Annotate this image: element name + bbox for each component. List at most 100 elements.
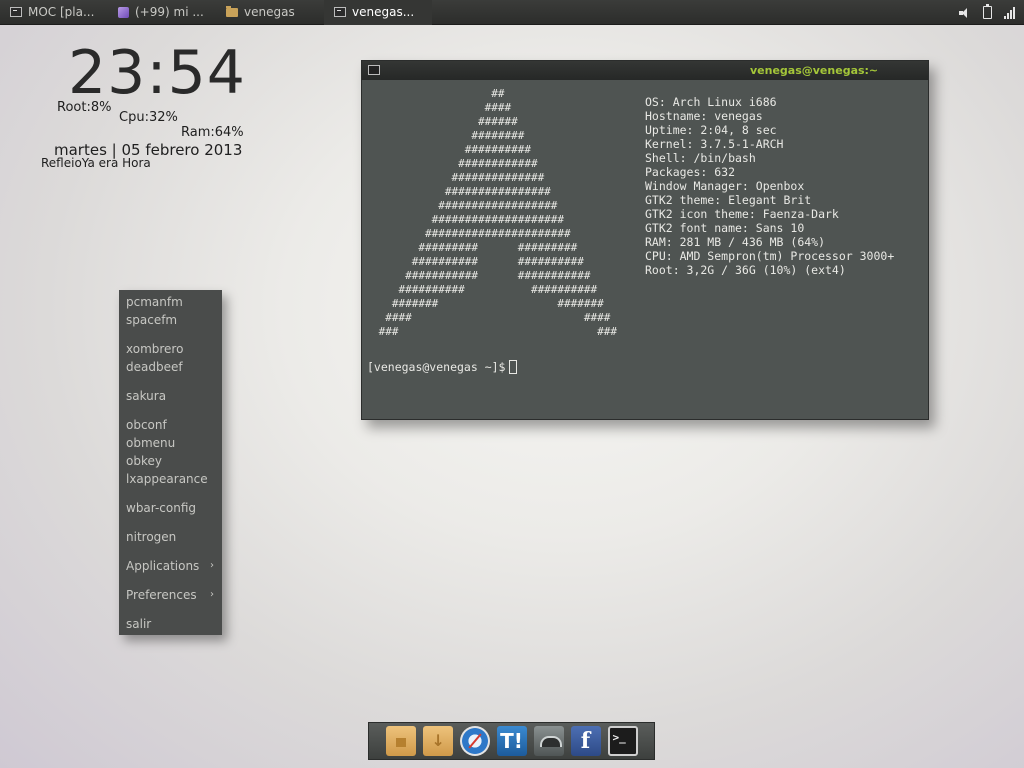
shell-prompt: [venegas@venegas ~]$ xyxy=(367,360,518,374)
menu-separator xyxy=(119,376,222,387)
sysinfo-line: Hostname: venegas xyxy=(645,109,763,123)
ascii-line: ########## xyxy=(372,143,531,156)
menu-item-wbar-config[interactable]: wbar-config xyxy=(119,499,222,517)
ascii-line: ###################### xyxy=(372,227,571,240)
task-file-manager[interactable]: venegas xyxy=(216,0,324,25)
menu-item-lxappearance[interactable]: lxappearance xyxy=(119,470,222,488)
ascii-line: ########## ########## xyxy=(372,283,598,296)
dock: T! f >_ xyxy=(368,722,655,760)
system-info: OS: Arch Linux i686 Hostname: venegas Upti… xyxy=(645,95,894,277)
menu-item-label: obmenu xyxy=(126,436,176,450)
menu-item-label: obconf xyxy=(126,418,167,432)
conky-ram: Ram:64% xyxy=(181,125,244,140)
sysinfo-line: Window Manager: Openbox xyxy=(645,179,805,193)
ascii-line: ############## xyxy=(372,171,545,184)
sysinfo-line: CPU: AMD Sempron(tm) Processor 3000+ xyxy=(645,249,895,263)
menu-item-spacefm[interactable]: spacefm xyxy=(119,311,222,329)
ascii-line: #################### xyxy=(372,213,565,226)
safari-compass-icon[interactable] xyxy=(459,726,490,756)
sysinfo-line: Root: 3,2G / 36G (10%) (ext4) xyxy=(645,263,846,277)
menu-item-label: Applications xyxy=(126,559,200,573)
folder-icon xyxy=(226,5,238,17)
menu-item-label: Preferences xyxy=(126,588,197,602)
ascii-line: ###### xyxy=(372,115,518,128)
sysinfo-line: Uptime: 2:04, 8 sec xyxy=(645,123,777,137)
menu-item-label: xombrero xyxy=(126,342,184,356)
ascii-line: ## xyxy=(372,87,505,100)
home-folder-icon[interactable] xyxy=(385,726,416,756)
menu-item-salir[interactable]: salir xyxy=(119,615,222,633)
ascii-line: ########### ########### xyxy=(372,269,591,282)
terminal-body[interactable]: ## #### ###### ######## ########## #####… xyxy=(362,80,928,420)
menu-separator xyxy=(119,604,222,615)
terminal-icon xyxy=(334,7,346,17)
task-label: MOC [pla... xyxy=(28,5,95,19)
ascii-line: ########## ########## xyxy=(372,255,584,268)
sysinfo-line: Shell: /bin/bash xyxy=(645,151,756,165)
ascii-line: #### xyxy=(372,101,512,114)
menu-item-label: spacefm xyxy=(126,313,178,327)
menu-item-label: obkey xyxy=(126,454,162,468)
gnome-foot-icon[interactable] xyxy=(533,726,564,756)
terminal-title: venegas@venegas:~ xyxy=(750,64,879,77)
sysinfo-line: GTK2 theme: Elegant Brit xyxy=(645,193,812,207)
conky-cpu: Cpu:32% xyxy=(119,110,178,125)
prompt-text: [venegas@venegas ~]$ xyxy=(367,360,506,374)
menu-item-nitrogen[interactable]: nitrogen xyxy=(119,528,222,546)
menu-item-label: pcmanfm xyxy=(126,295,183,309)
menu-item-deadbeef[interactable]: deadbeef xyxy=(119,358,222,376)
sysinfo-line: OS: Arch Linux i686 xyxy=(645,95,777,109)
menu-item-label: deadbeef xyxy=(126,360,183,374)
sysinfo-line: GTK2 icon theme: Faenza-Dark xyxy=(645,207,839,221)
task-terminal[interactable]: venegas... xyxy=(324,0,432,25)
menu-item-applications[interactable]: Applications › xyxy=(119,557,222,575)
menu-separator xyxy=(119,488,222,499)
ascii-line: ####### ####### xyxy=(372,297,604,310)
sysinfo-line: Kernel: 3.7.5-1-ARCH xyxy=(645,137,784,151)
ascii-line: ######### ######### xyxy=(372,241,578,254)
menu-item-xombrero[interactable]: xombrero xyxy=(119,340,222,358)
menu-separator xyxy=(119,405,222,416)
battery-icon[interactable] xyxy=(983,4,992,19)
task-moc[interactable]: MOC [pla... xyxy=(0,0,108,25)
terminal-icon xyxy=(368,65,380,75)
volume-icon[interactable] xyxy=(959,7,971,18)
tumblr-icon[interactable]: T! xyxy=(496,726,527,756)
menu-separator xyxy=(119,575,222,586)
network-signal-icon[interactable] xyxy=(1004,6,1016,19)
ascii-line: ### ### xyxy=(372,325,618,338)
menu-item-preferences[interactable]: Preferences › xyxy=(119,586,222,604)
task-label: venegas xyxy=(244,5,295,19)
system-tray xyxy=(959,0,1016,25)
task-label: venegas... xyxy=(352,5,415,19)
ascii-line: ################ xyxy=(372,185,551,198)
conky-clock: 23:54 xyxy=(68,38,246,108)
terminal-icon xyxy=(10,7,22,17)
menu-item-obmenu[interactable]: obmenu xyxy=(119,434,222,452)
feather-icon xyxy=(118,6,129,18)
menu-item-label: nitrogen xyxy=(126,530,177,544)
terminal-titlebar[interactable]: venegas@venegas:~ xyxy=(362,61,928,80)
ascii-line: ######## xyxy=(372,129,525,142)
menu-separator xyxy=(119,546,222,557)
menu-item-label: wbar-config xyxy=(126,501,197,515)
menu-item-obconf[interactable]: obconf xyxy=(119,416,222,434)
sysinfo-line: Packages: 632 xyxy=(645,165,736,179)
menu-separator xyxy=(119,517,222,528)
sysinfo-line: RAM: 281 MB / 436 MB (64%) xyxy=(645,235,826,249)
ascii-line: ################## xyxy=(372,199,558,212)
downloads-folder-icon[interactable] xyxy=(422,726,453,756)
conky-root: Root:8% xyxy=(57,100,112,115)
top-panel: MOC [pla... (+99) mi ... venegas venegas… xyxy=(0,0,1024,25)
menu-item-label: lxappearance xyxy=(126,472,208,486)
menu-item-sakura[interactable]: sakura xyxy=(119,387,222,405)
terminal-window[interactable]: venegas@venegas:~ ## #### ###### #######… xyxy=(361,60,929,420)
facebook-icon[interactable]: f xyxy=(570,726,601,756)
menu-item-pcmanfm[interactable]: pcmanfm xyxy=(119,293,222,311)
terminal-icon[interactable]: >_ xyxy=(607,726,638,756)
text-cursor xyxy=(509,360,518,374)
task-label: (+99) mi ... xyxy=(135,5,204,19)
menu-item-obkey[interactable]: obkey xyxy=(119,452,222,470)
menu-separator xyxy=(119,329,222,340)
task-feed[interactable]: (+99) mi ... xyxy=(108,0,216,25)
